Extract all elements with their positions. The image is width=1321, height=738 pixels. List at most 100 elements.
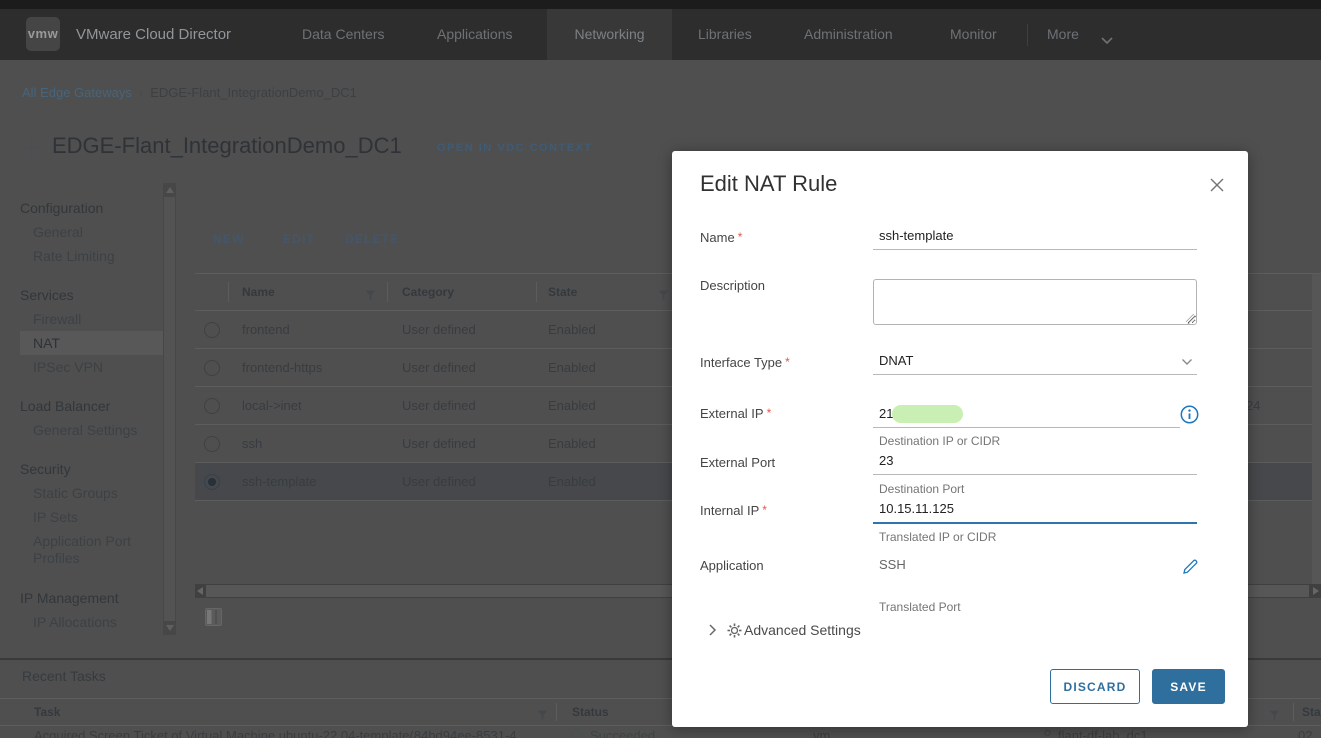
task-start-time: 02 [1298, 728, 1313, 738]
nav-tab-applications[interactable]: Applications [437, 9, 513, 60]
external-port-label: External Port [700, 455, 776, 470]
cell-name: local->inet [242, 398, 302, 413]
edit-pencil-icon[interactable] [1182, 558, 1199, 580]
delete-button[interactable]: DELETE [345, 228, 400, 250]
required-marker: * [737, 230, 743, 244]
cell-name: frontend [242, 322, 290, 337]
info-icon[interactable] [1180, 405, 1199, 429]
breadcrumb-separator: › [138, 85, 144, 100]
name-label: Name * [700, 230, 743, 245]
table-vertical-scrollbar[interactable] [1312, 274, 1321, 584]
scroll-left-icon[interactable] [197, 587, 203, 595]
sidebar-item-ipsec-vpn[interactable]: IPSec VPN [20, 355, 163, 379]
cell-category: User defined [402, 436, 476, 451]
column-header-name[interactable]: Name [242, 274, 275, 310]
interface-type-select[interactable]: DNAT [873, 352, 1197, 375]
sidebar-item-firewall[interactable]: Firewall [20, 307, 163, 331]
close-icon[interactable] [1209, 177, 1225, 193]
edit-button[interactable]: EDIT [283, 228, 315, 250]
nav-tab-administration[interactable]: Administration [804, 9, 893, 60]
external-port-field[interactable] [873, 452, 1197, 475]
sidebar-item-ip-allocations[interactable]: IP Allocations [20, 610, 163, 634]
row-radio[interactable] [204, 436, 220, 452]
task-name: Acquired Screen Ticket of Virtual Machin… [34, 728, 517, 738]
nav-divider [1027, 24, 1028, 46]
cell-state: Enabled [548, 360, 596, 375]
column-divider [228, 282, 229, 302]
move-crosshair-icon [22, 138, 41, 162]
cell-name: ssh [242, 436, 263, 451]
tasks-column-start: Sta [1302, 705, 1321, 719]
nav-tab-monitor[interactable]: Monitor [950, 9, 997, 60]
description-field[interactable] [873, 279, 1197, 325]
save-button[interactable]: SAVE [1152, 669, 1225, 704]
open-vdc-context-link[interactable]: OPEN IN VDC CONTEXT [437, 142, 593, 154]
cell-state: Enabled [548, 398, 596, 413]
external-port-helper: Destination Port [879, 482, 965, 496]
application-helper: Translated Port [879, 600, 961, 614]
required-marker: * [766, 406, 772, 420]
sidebar-item-application-port-profiles[interactable]: Application Port Profiles [20, 529, 163, 571]
nav-tab-data-centers[interactable]: Data Centers [302, 9, 384, 60]
row-radio[interactable] [204, 322, 220, 338]
vmware-logo[interactable]: vmw [26, 17, 60, 51]
cell-overflow-value: 24 [1246, 398, 1261, 413]
application-value: SSH [879, 557, 906, 572]
filter-icon[interactable] [537, 707, 548, 725]
sidebar-section-services: Services [20, 287, 74, 303]
application-label: Application [700, 558, 764, 573]
page-title: EDGE-Flant_IntegrationDemo_DC1 [52, 133, 402, 158]
sidebar-scrollbar-thumb[interactable] [164, 197, 175, 621]
filter-icon[interactable] [1269, 707, 1280, 725]
internal-ip-field[interactable] [873, 500, 1197, 524]
required-marker: * [762, 503, 767, 517]
cell-state: Enabled [548, 474, 596, 489]
row-radio[interactable] [204, 360, 220, 376]
row-radio[interactable] [204, 398, 220, 414]
cell-category: User defined [402, 474, 476, 489]
status-success-icon [570, 729, 584, 738]
filter-icon[interactable] [365, 287, 376, 305]
sidebar-item-rate-limiting[interactable]: Rate Limiting [20, 244, 163, 268]
column-divider [1293, 703, 1294, 721]
discard-button[interactable]: DISCARD [1050, 669, 1140, 704]
sidebar-section-configuration: Configuration [20, 200, 104, 216]
nav-tab-networking[interactable]: Networking [547, 9, 672, 60]
scroll-down-icon[interactable] [166, 625, 174, 631]
sidebar-scrollbar[interactable] [163, 183, 176, 635]
column-header-category[interactable]: Category [402, 274, 454, 310]
breadcrumb: All Edge Gateways › EDGE-Flant_Integration… [22, 85, 357, 100]
sidebar-item-general[interactable]: General [20, 220, 163, 244]
nav-tab-libraries[interactable]: Libraries [698, 9, 752, 60]
gear-icon [727, 623, 742, 637]
filter-icon[interactable] [658, 287, 669, 305]
internal-ip-label: Internal IP * [700, 503, 767, 518]
chevron-down-icon[interactable] [1100, 32, 1114, 50]
new-button[interactable]: NEW [213, 228, 245, 250]
external-ip-field[interactable]: 21 [873, 403, 1180, 428]
row-radio-checked[interactable] [204, 474, 220, 490]
cell-category: User defined [402, 360, 476, 375]
sidebar-item-static-groups[interactable]: Static Groups [20, 481, 163, 505]
edit-nat-rule-modal: Edit NAT Rule Name* Description Interfac… [672, 151, 1248, 727]
name-field[interactable] [873, 227, 1197, 250]
recent-tasks-title: Recent Tasks [22, 668, 106, 684]
breadcrumb-link-all-edge-gateways[interactable]: All Edge Gateways [22, 85, 132, 100]
nav-more-menu[interactable]: More [1047, 9, 1079, 60]
sidebar-section-ip-management: IP Management [20, 590, 119, 606]
sidebar-item-general-settings[interactable]: General Settings [20, 418, 163, 442]
nav-top-strip [0, 0, 1321, 9]
modal-title: Edit NAT Rule [700, 171, 838, 196]
column-settings-icon[interactable] [205, 608, 222, 631]
column-header-state[interactable]: State [548, 274, 577, 310]
cell-category: User defined [402, 398, 476, 413]
user-icon [1041, 729, 1054, 738]
sidebar-item-ip-sets[interactable]: IP Sets [20, 505, 163, 529]
scroll-up-icon[interactable] [166, 187, 174, 193]
advanced-settings-toggle[interactable]: Advanced Settings [708, 619, 861, 641]
chevron-right-icon [709, 624, 717, 636]
cell-name: ssh-template [242, 474, 317, 489]
redaction-highlight [892, 405, 963, 423]
sidebar-item-nat[interactable]: NAT [20, 331, 163, 355]
scroll-right-icon[interactable] [1313, 587, 1319, 595]
